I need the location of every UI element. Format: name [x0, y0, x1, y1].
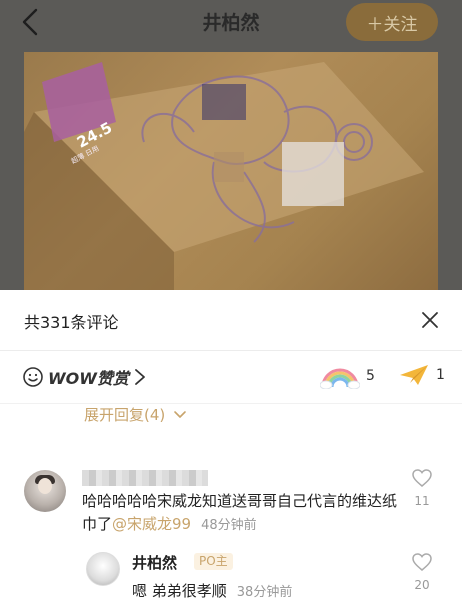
- rainbow-icon: [320, 368, 360, 389]
- close-icon: [422, 312, 438, 328]
- mention-link[interactable]: @宋威龙99: [112, 515, 191, 533]
- reply-time: 38分钟前: [236, 585, 293, 600]
- heart-icon: [412, 469, 432, 487]
- comment-time: 48分钟前: [201, 518, 257, 533]
- close-button[interactable]: [418, 308, 442, 332]
- post-photo[interactable]: 24.5 超薄 日用: [24, 52, 438, 290]
- background-content: 井柏然 ＋关注 24.5 超薄 日用: [0, 0, 462, 290]
- rainbow-count: 5: [366, 368, 375, 384]
- comment-text: 哈哈哈哈哈宋威龙知道送哥哥自己代言的维达纸巾了@宋威龙99 48分钟前: [82, 490, 404, 537]
- expand-replies-label: 展开回复(4): [84, 406, 166, 424]
- reply-avatar[interactable]: [86, 552, 120, 586]
- reply-like-button[interactable]: 20: [408, 552, 436, 592]
- comment-like-button[interactable]: 11: [408, 468, 436, 508]
- po-badge: PO主: [194, 553, 233, 570]
- expand-replies-link[interactable]: 展开回复(4): [84, 404, 187, 425]
- paper-plane-gift[interactable]: 1: [398, 363, 445, 387]
- chevron-right-icon: [135, 369, 145, 385]
- reward-bar: WOW赞赏 5 1: [0, 351, 462, 404]
- rainbow-gift[interactable]: 5: [320, 363, 375, 389]
- reply-author-name[interactable]: 井柏然: [132, 552, 177, 573]
- comment-like-count: 11: [414, 494, 430, 508]
- wow-reward-button[interactable]: WOW赞赏: [22, 365, 147, 389]
- plane-count: 1: [436, 367, 445, 383]
- chevron-down-icon: [174, 410, 187, 418]
- reply-like-count: 20: [414, 578, 430, 592]
- heart-icon: [412, 553, 432, 571]
- smiley-icon: [23, 367, 43, 387]
- username-blurred: [82, 470, 208, 486]
- avatar-face: [38, 478, 52, 494]
- comments-header: 共331条评论: [0, 290, 462, 351]
- reply-body: 嗯 弟弟很孝顺: [132, 582, 227, 600]
- reply-text: 嗯 弟弟很孝顺 38分钟前: [132, 580, 292, 601]
- tissue-box-illustration: [24, 62, 424, 290]
- avatar[interactable]: [24, 470, 66, 512]
- paper-plane-icon: [400, 365, 428, 385]
- top-bar: 井柏然 ＋关注: [0, 0, 462, 44]
- follow-button[interactable]: ＋关注: [346, 3, 438, 41]
- comment-count: 共331条评论: [24, 313, 119, 332]
- wow-reward-label: WOW赞赏: [48, 369, 129, 388]
